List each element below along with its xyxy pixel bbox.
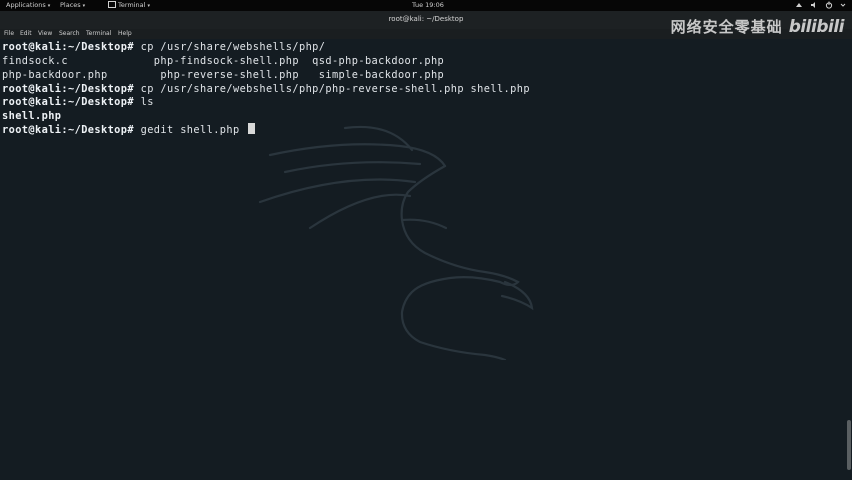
terminal-line: php-backdoor.php php-reverse-shell.php s… bbox=[2, 69, 444, 82]
output-text: php-backdoor.php php-reverse-shell.php s… bbox=[2, 69, 445, 81]
places-label: Places bbox=[60, 1, 81, 9]
terminal-app-menu[interactable]: Terminal ▾ bbox=[108, 1, 150, 9]
power-icon bbox=[825, 1, 833, 9]
terminal-app-icon bbox=[108, 1, 116, 8]
volume-icon bbox=[811, 2, 815, 8]
chevron-down-icon: ▾ bbox=[47, 3, 51, 9]
menu-help[interactable]: Help bbox=[118, 30, 132, 37]
watermark: 网络安全零基础 bilibili bbox=[670, 16, 845, 37]
applications-menu[interactable]: Applications ▾ bbox=[6, 1, 50, 9]
menu-search[interactable]: Search bbox=[59, 30, 80, 37]
command-text: gedit shell.php bbox=[134, 124, 247, 136]
menu-terminal[interactable]: Terminal bbox=[86, 30, 111, 37]
shell-prompt: root@kali:~/Desktop# bbox=[2, 124, 134, 136]
places-menu[interactable]: Places ▾ bbox=[60, 1, 85, 9]
menu-edit[interactable]: Edit bbox=[20, 30, 32, 37]
system-tray[interactable] bbox=[795, 1, 846, 9]
menu-file[interactable]: File bbox=[4, 30, 14, 37]
top-bar: Applications ▾ Places ▾ Terminal ▾ Tue 19:0… bbox=[0, 0, 852, 11]
command-text: cp /usr/share/webshells/php/php-reverse-… bbox=[134, 83, 530, 95]
network-icon bbox=[796, 3, 802, 7]
bilibili-logo: bilibili bbox=[788, 16, 845, 37]
terminal-app-label: Terminal bbox=[118, 1, 146, 9]
chevron-down-icon: ▾ bbox=[147, 3, 150, 9]
terminal-line: shell.php bbox=[2, 110, 61, 123]
watermark-text: 网络安全零基础 bbox=[670, 18, 783, 36]
shell-prompt: root@kali:~/Desktop# bbox=[2, 96, 134, 108]
terminal-output[interactable]: root@kali:~/Desktop# cp /usr/share/websh… bbox=[0, 39, 840, 480]
chevron-down-icon: ▾ bbox=[82, 3, 86, 9]
output-text: findsock.c php-findsock-shell.php qsd-ph… bbox=[2, 55, 445, 67]
menu-view[interactable]: View bbox=[38, 30, 52, 37]
text-cursor bbox=[248, 123, 256, 134]
terminal-line: root@kali:~/Desktop# gedit shell.php bbox=[2, 123, 256, 136]
terminal-line: root@kali:~/Desktop# ls bbox=[2, 96, 154, 109]
scrollbar[interactable] bbox=[847, 420, 851, 470]
command-text: ls bbox=[134, 96, 154, 108]
shell-prompt: root@kali:~/Desktop# bbox=[2, 41, 134, 53]
shell-prompt: root@kali:~/Desktop# bbox=[2, 83, 134, 95]
terminal-line: root@kali:~/Desktop# cp /usr/share/websh… bbox=[2, 83, 530, 96]
output-text: shell.php bbox=[2, 110, 62, 122]
clock[interactable]: Tue 19:06 bbox=[412, 1, 444, 9]
chevron-down-icon bbox=[840, 3, 846, 7]
terminal-line: findsock.c php-findsock-shell.php qsd-ph… bbox=[2, 55, 444, 68]
applications-label: Applications bbox=[6, 1, 46, 9]
command-text: cp /usr/share/webshells/php/ bbox=[134, 41, 326, 53]
terminal-line: root@kali:~/Desktop# cp /usr/share/websh… bbox=[2, 41, 325, 54]
